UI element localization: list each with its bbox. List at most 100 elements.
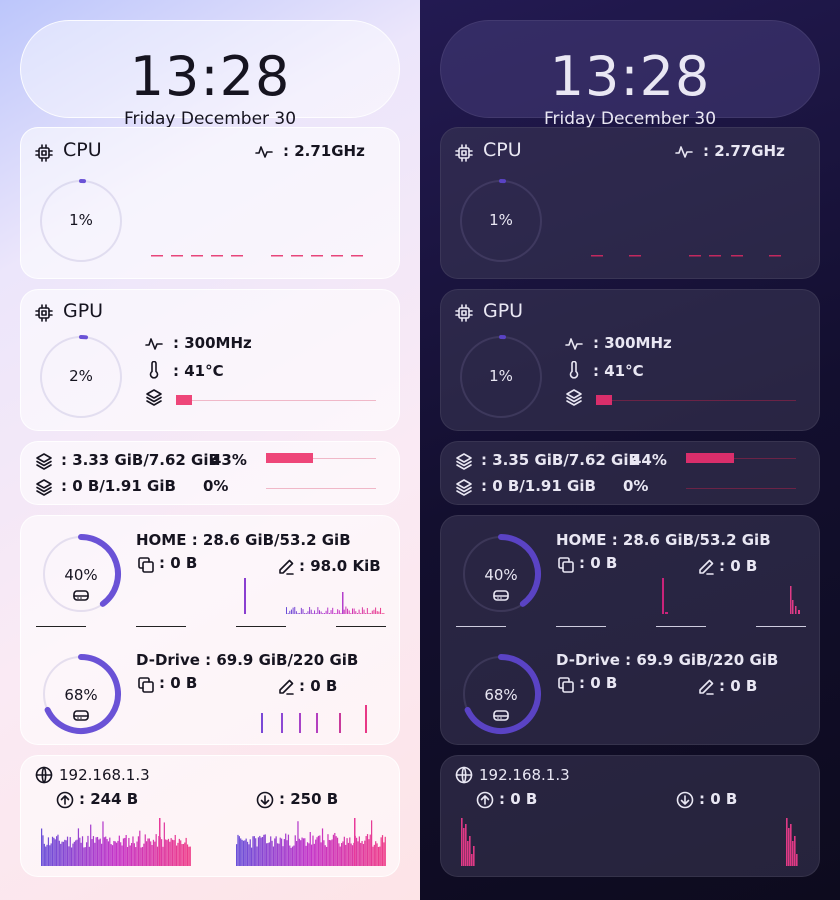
traffic-bar xyxy=(316,837,318,866)
traffic-bar xyxy=(290,847,292,866)
disk-activity-bar xyxy=(281,713,283,733)
traffic-bar xyxy=(169,841,171,866)
divider xyxy=(136,626,186,627)
disk-activity-bar xyxy=(299,613,301,614)
swap-usage: : 0 B/1.91 GiB xyxy=(61,477,176,495)
layers-icon xyxy=(35,452,53,470)
upload-speed: : 244 B xyxy=(79,790,139,808)
traffic-bar xyxy=(91,839,93,866)
traffic-bar xyxy=(176,845,178,866)
disk-activity-bar xyxy=(366,607,368,614)
disk-activity-bar xyxy=(312,613,314,614)
traffic-bar xyxy=(354,818,356,866)
disks-card: 40% HOME : 28.6 GiB/53.2 GiB : 0 B : 0 B… xyxy=(440,515,820,745)
download-speed: : 0 B xyxy=(699,790,738,808)
traffic-bar xyxy=(339,846,341,866)
disk-activity-bar xyxy=(299,713,301,733)
traffic-bar xyxy=(271,840,273,866)
download-history-graph xyxy=(236,818,386,866)
traffic-bar xyxy=(65,840,67,866)
traffic-bar xyxy=(256,846,258,866)
traffic-bar xyxy=(285,833,287,866)
home-disk-percent: 40% xyxy=(64,566,98,584)
traffic-bar xyxy=(246,841,249,866)
disk-activity-bar xyxy=(361,607,363,614)
traffic-bar xyxy=(137,836,140,866)
cpu-history-bar xyxy=(191,255,203,257)
memory-card: : 3.33 GiB/7.62 GiB 43% : 0 B/1.91 GiB 0… xyxy=(20,441,400,505)
disk-activity-bar xyxy=(345,606,347,614)
gpu-card: GPU 2% : 300MHz : 41°C xyxy=(20,289,400,431)
traffic-bar xyxy=(364,840,366,866)
traffic-bar xyxy=(342,841,344,866)
gpu-frequency: : 300MHz xyxy=(173,334,252,352)
traffic-bar xyxy=(308,843,310,866)
traffic-bar xyxy=(165,839,167,866)
cpu-history-bar xyxy=(311,255,323,257)
disk-activity-bar xyxy=(320,611,322,614)
traffic-bar xyxy=(289,845,291,866)
traffic-bar xyxy=(315,839,317,866)
ip-address: 192.168.1.3 xyxy=(479,766,570,784)
traffic-bar xyxy=(259,835,261,866)
disk-activity-bar xyxy=(297,613,299,614)
cpu-card: CPU : 2.71GHz 1% xyxy=(20,127,400,279)
traffic-bar xyxy=(143,843,145,866)
cpu-history-bar xyxy=(689,255,701,257)
traffic-bar xyxy=(236,844,238,866)
upload-history-graph xyxy=(41,818,191,866)
disk-activity-bar xyxy=(304,613,306,614)
traffic-bar xyxy=(240,838,242,866)
disk-activity-bar xyxy=(365,705,367,733)
traffic-bar xyxy=(139,830,141,866)
traffic-bar xyxy=(66,836,69,866)
cpu-frequency: : 2.71GHz xyxy=(283,142,365,160)
disk-activity-bar xyxy=(307,611,309,614)
disk-activity-bar xyxy=(355,611,357,614)
disk-activity-bar xyxy=(332,607,334,614)
traffic-bar xyxy=(786,818,788,866)
traffic-bar xyxy=(110,844,112,866)
upload-icon xyxy=(476,791,494,809)
traffic-bar xyxy=(131,843,133,866)
gpu-memory-track xyxy=(596,400,796,401)
cpu-history-bar xyxy=(629,255,641,257)
traffic-bar xyxy=(69,837,71,866)
traffic-bar xyxy=(57,834,59,866)
traffic-bar xyxy=(368,839,370,866)
traffic-bar xyxy=(376,843,378,866)
layers-icon xyxy=(455,478,473,496)
traffic-bar xyxy=(369,834,371,866)
traffic-bar xyxy=(326,846,328,866)
cpu-card: CPU : 2.77GHz 1% xyxy=(440,127,820,279)
d-drive-read: : 0 B xyxy=(579,674,618,692)
home-disk-read: : 0 B xyxy=(159,554,198,572)
ram-usage: : 3.33 GiB/7.62 GiB xyxy=(61,451,220,469)
cpu-history-bar xyxy=(271,255,283,257)
traffic-bar xyxy=(300,840,302,866)
traffic-bar xyxy=(332,834,335,866)
traffic-bar xyxy=(95,837,97,866)
disk-activity-bar xyxy=(292,607,294,614)
traffic-bar xyxy=(377,846,380,866)
traffic-bar xyxy=(249,839,251,866)
cpu-usage-label: 1% xyxy=(69,211,93,229)
gpu-title: GPU xyxy=(63,300,104,322)
download-icon xyxy=(256,791,274,809)
traffic-bar xyxy=(309,832,311,866)
cpu-history-bar xyxy=(231,255,243,257)
cpu-history-bar xyxy=(291,255,303,257)
traffic-bar xyxy=(178,838,180,866)
traffic-bar xyxy=(156,846,159,866)
traffic-bar xyxy=(267,843,269,866)
traffic-bar xyxy=(53,837,55,866)
traffic-bar xyxy=(122,838,125,866)
clock-date: Friday December 30 xyxy=(123,109,297,129)
ram-percent: 44% xyxy=(631,451,667,469)
disk-activity-bar xyxy=(342,592,344,614)
disk-activity-bar xyxy=(343,609,345,614)
traffic-bar xyxy=(268,842,270,866)
home-disk-write: : 98.0 KiB xyxy=(299,557,381,575)
traffic-bar xyxy=(790,824,792,866)
traffic-bar xyxy=(41,828,43,866)
